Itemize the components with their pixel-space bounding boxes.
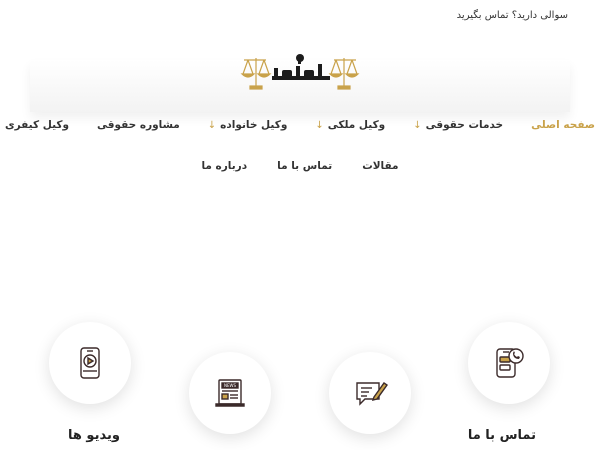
nav-contact-us[interactable]: تماس با ما <box>277 160 332 172</box>
nav-home[interactable]: صفحه اصلی <box>531 119 595 131</box>
main-nav-row-1: صفحه اصلی خدمات حقوقی ↓ وکیل ملکی ↓ وکیل… <box>0 119 600 131</box>
arrow-down-icon: ↓ <box>315 119 324 131</box>
feature-chat-circle[interactable] <box>329 352 411 434</box>
feature-contact-title: تماس با ما <box>467 428 536 443</box>
nav-legal-services[interactable]: خدمات حقوقی ↓ <box>413 119 503 131</box>
nav-legal-consultation[interactable]: مشاوره حقوقی <box>97 119 180 131</box>
nav-property-lawyer[interactable]: وکیل ملکی ↓ <box>315 119 385 131</box>
site-logo[interactable] <box>238 48 362 94</box>
news-icon: NEWS <box>215 379 245 407</box>
arrow-down-icon: ↓ <box>413 119 422 131</box>
chat-pen-icon <box>356 382 388 406</box>
video-phone-icon <box>80 347 100 379</box>
phone-chat-icon <box>496 348 524 378</box>
main-nav-row-2: مقالات تماس با ما درباره ما <box>0 160 600 172</box>
feature-contact-circle[interactable] <box>468 322 550 404</box>
feature-video-title: ویدیو ها <box>68 428 120 443</box>
nav-criminal-lawyer[interactable]: وکیل کیفری <box>5 119 69 131</box>
feature-news-circle[interactable]: NEWS <box>189 352 271 434</box>
arrow-down-icon: ↓ <box>207 119 217 131</box>
topbar-contact-link[interactable]: سوالی دارید؟ تماس بگیرید <box>457 10 568 21</box>
nav-articles[interactable]: مقالات <box>362 160 398 172</box>
svg-text:NEWS: NEWS <box>224 383 236 388</box>
feature-video-circle[interactable] <box>49 322 131 404</box>
nav-family-lawyer[interactable]: وکیل خانواده ↓ <box>208 119 288 131</box>
nav-about-us[interactable]: درباره ما <box>201 160 247 172</box>
